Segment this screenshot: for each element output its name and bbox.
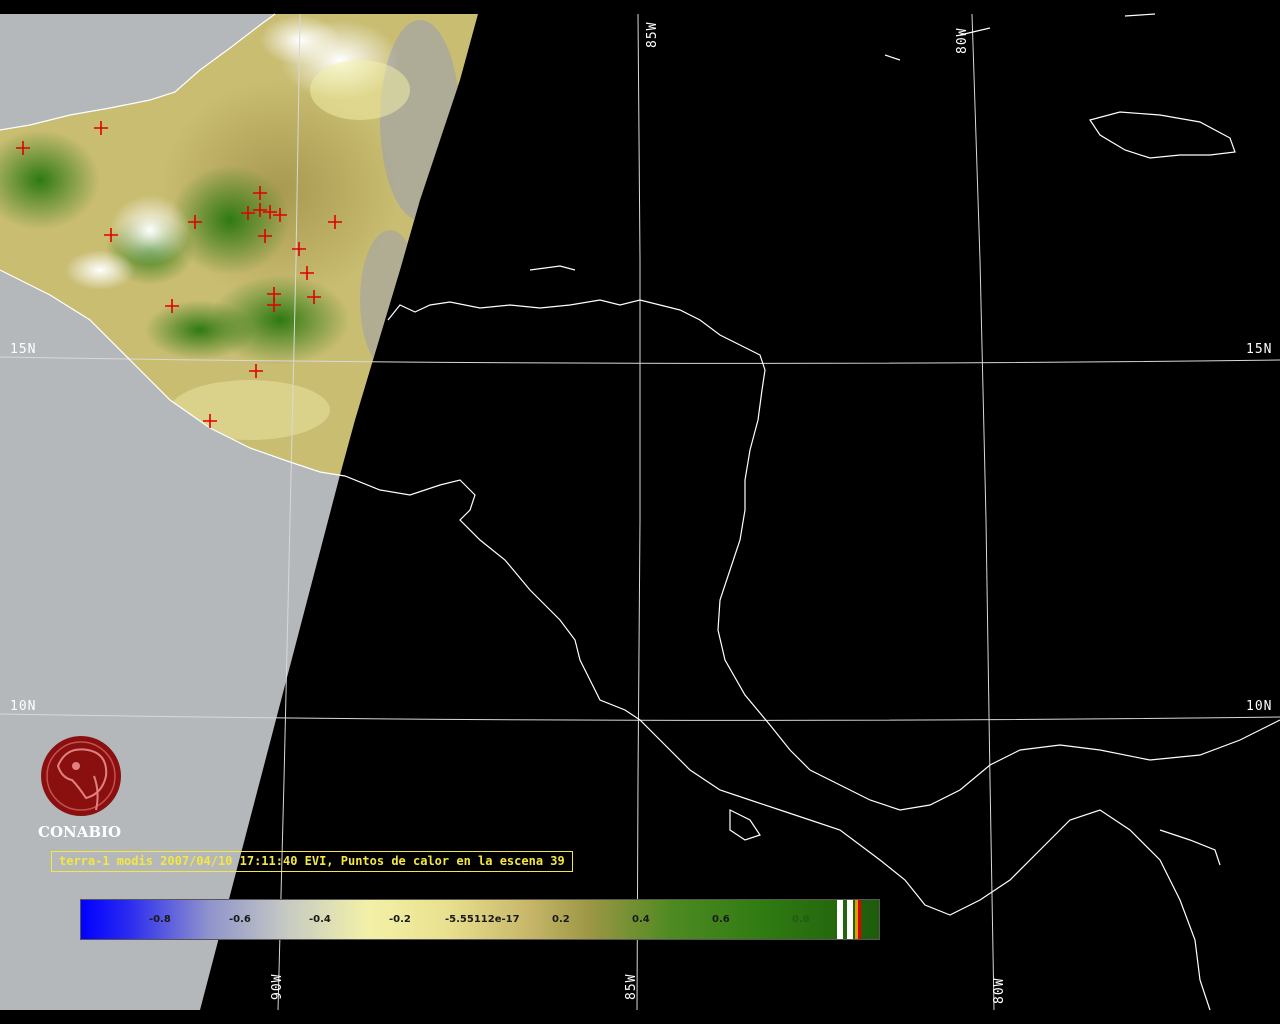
map-stage: 85W 80W 15N 15N 10N 10N 90W 85W 80W CONA… (0, 0, 1280, 1024)
conabio-macaw-logo-icon (36, 736, 128, 822)
lon-label-80w-bottom: 80W (992, 977, 1007, 1004)
lon-label-85w-top: 85W (645, 21, 660, 48)
colorbar-tick: -0.6 (229, 914, 251, 925)
colorbar-water-swatch (847, 900, 853, 939)
colorbar-tick: -5.55112e-17 (445, 914, 520, 925)
colorbar-tick: -0.4 (309, 914, 331, 925)
lon-label-85w-bottom: 85W (624, 973, 639, 1000)
colorbar-tick: 0.4 (632, 914, 650, 925)
colorbar-cloud-swatch (837, 900, 843, 939)
colorbar-tick: -0.8 (149, 914, 171, 925)
lon-label-90w-bottom: 90W (270, 973, 285, 1000)
scene-caption: terra-1 modis 2007/04/10 17:11:40 EVI, P… (51, 851, 573, 872)
lat-label-10n-left: 10N (10, 699, 37, 714)
lat-label-15n-left: 15N (10, 342, 37, 357)
colorbar-hotspot-swatch (858, 900, 861, 939)
colorbar-tick: 0.2 (552, 914, 570, 925)
colorbar-tick: 0.6 (712, 914, 730, 925)
evi-colorbar: -0.8 -0.6 -0.4 -0.2 -5.55112e-17 0.2 0.4… (80, 899, 880, 940)
colorbar-tick: -0.2 (389, 914, 411, 925)
lat-label-10n-right: 10N (1246, 699, 1273, 714)
lon-label-80w-top: 80W (955, 27, 970, 54)
lat-label-15n-right: 15N (1246, 342, 1273, 357)
conabio-logo-text: CONABIO (38, 823, 122, 841)
colorbar-tick: 0.8 (792, 914, 810, 925)
